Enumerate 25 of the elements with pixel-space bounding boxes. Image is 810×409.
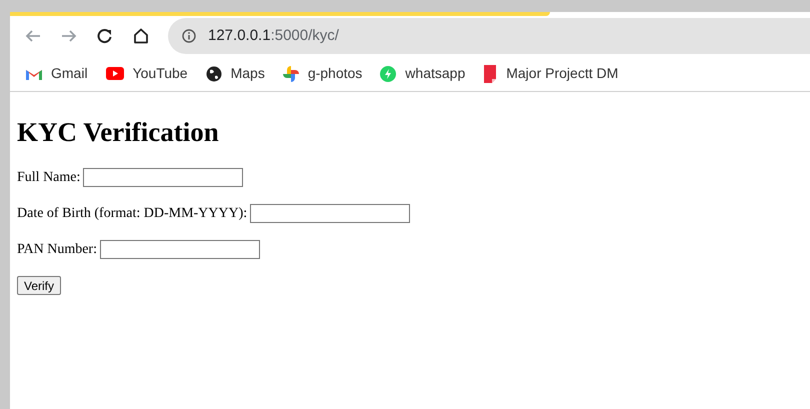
page-heading: KYC Verification <box>17 116 219 149</box>
input-field[interactable] <box>83 168 244 186</box>
bookmark[interactable]: Major Projectt DM <box>483 63 618 84</box>
bookmark[interactable]: g-photos <box>282 63 362 84</box>
bookmark[interactable]: Gmail <box>26 63 88 84</box>
home-icon[interactable] <box>132 27 150 45</box>
field-label: Full Name: <box>17 168 80 186</box>
field-label: PAN Number: <box>17 240 97 258</box>
verify-button[interactable]: Verify <box>17 276 62 294</box>
chat-icon <box>380 66 396 82</box>
bookmark[interactable]: YouTube <box>106 63 188 84</box>
input-field[interactable] <box>250 204 410 222</box>
url-text: 127.0.0.1:5000/kyc/ <box>208 26 339 46</box>
input-field[interactable] <box>100 240 260 258</box>
reload-icon[interactable] <box>96 27 114 45</box>
bookmark[interactable]: whatsapp <box>380 63 466 84</box>
address-bar[interactable]: 127.0.0.1:5000/kyc/ <box>168 18 810 54</box>
bookmark-icon <box>483 64 498 82</box>
play-icon <box>106 67 124 80</box>
mail-icon <box>26 68 42 80</box>
bookmark[interactable]: Maps <box>206 63 265 84</box>
globe-icon <box>206 66 222 82</box>
info-icon[interactable] <box>182 29 196 43</box>
pinwheel-icon <box>282 66 299 82</box>
field-label: Date of Birth (format: DD-MM-YYYY): <box>17 204 248 222</box>
